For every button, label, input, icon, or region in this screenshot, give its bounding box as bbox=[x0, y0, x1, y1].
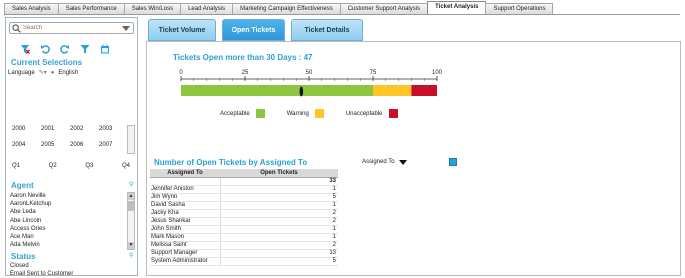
open-tickets-count: 2 bbox=[219, 209, 338, 218]
table-row[interactable]: Mark Mason 1 bbox=[150, 233, 338, 242]
open-tickets-count: 1 bbox=[219, 225, 338, 234]
gauge-band bbox=[181, 85, 373, 96]
open-tickets-count: 5 bbox=[219, 193, 338, 202]
open-tickets-count: 5 bbox=[219, 257, 338, 266]
open-tickets-count: 2 bbox=[219, 217, 338, 226]
gauge-tick-label: 50 bbox=[306, 70, 313, 76]
maximize-icon[interactable] bbox=[449, 158, 457, 166]
table-row[interactable]: Melissa Saint 2 bbox=[150, 241, 338, 250]
gauge-tick-label: 0 bbox=[179, 70, 183, 76]
assignee-name: Jesus Shankar bbox=[150, 217, 220, 226]
linear-gauge: 0 25 50 75 100 bbox=[179, 70, 443, 97]
chevron-down-icon[interactable] bbox=[398, 159, 407, 165]
column-header-assigned-to[interactable]: Assigned To bbox=[150, 169, 220, 178]
total-label bbox=[150, 177, 220, 186]
assignee-name: John Smith bbox=[150, 225, 220, 234]
gauge-legend: Acceptable Warning Unacceptable bbox=[220, 109, 398, 118]
table-row[interactable]: Jacky Kha 2 bbox=[150, 209, 338, 218]
table-row[interactable]: John Smith 1 bbox=[150, 225, 338, 234]
table-row[interactable]: Support Manager 13 bbox=[150, 249, 338, 258]
assignee-name: System Administrator bbox=[150, 257, 220, 266]
assignee-name: Jennifer Aniston bbox=[150, 185, 220, 194]
gauge-tick-label: 75 bbox=[370, 70, 377, 76]
legend-label: Unacceptable bbox=[345, 110, 383, 117]
assignee-name: Mark Mason bbox=[150, 233, 220, 242]
legend-swatch bbox=[314, 109, 324, 118]
open-tickets-count: 1 bbox=[219, 185, 338, 194]
assignee-name: Jacky Kha bbox=[150, 209, 220, 218]
legend-label: Warning bbox=[286, 110, 309, 117]
assignee-name: Jim Wynn bbox=[150, 193, 220, 202]
open-tickets-count: 13 bbox=[219, 249, 338, 258]
open-tickets-count: 1 bbox=[219, 233, 338, 242]
legend-item-acceptable: Acceptable bbox=[220, 109, 265, 118]
open-tickets-count: 1 bbox=[219, 201, 338, 210]
total-value: 33 bbox=[219, 177, 338, 186]
legend-swatch bbox=[388, 109, 398, 118]
table-row[interactable]: System Administrator 5 bbox=[150, 257, 338, 266]
legend-swatch bbox=[255, 109, 265, 118]
assigned-to-filter[interactable]: Assigned To bbox=[362, 159, 407, 165]
gauge-band bbox=[411, 85, 437, 96]
legend-label: Acceptable bbox=[220, 110, 250, 117]
total-row: 33 bbox=[150, 177, 338, 186]
table-row[interactable]: Jesus Shankar 2 bbox=[150, 217, 338, 226]
column-header-open-tickets[interactable]: Open Tickets bbox=[220, 169, 338, 178]
legend-item-warning: Warning bbox=[287, 109, 324, 118]
legend-item-unacceptable: Unacceptable bbox=[346, 109, 398, 118]
open-tickets-count: 2 bbox=[219, 241, 338, 250]
assignee-name: Melissa Saint bbox=[150, 241, 220, 250]
table-row[interactable]: David Sasha 1 bbox=[150, 201, 338, 210]
assigned-to-filter-label: Assigned To bbox=[362, 159, 395, 165]
open-tickets-table: Assigned To Open Tickets 33 Jennifer Ani… bbox=[150, 169, 338, 266]
gauge-band bbox=[373, 85, 412, 96]
gauge-tick-label: 100 bbox=[432, 70, 443, 76]
table-row[interactable]: Jim Wynn 5 bbox=[150, 193, 338, 202]
table-row[interactable]: Jennifer Aniston 1 bbox=[150, 185, 338, 194]
gauge-needle bbox=[299, 86, 304, 97]
table-title: Number of Open Tickets by Assigned To bbox=[154, 158, 308, 167]
assignee-name: Support Manager bbox=[150, 249, 220, 258]
gauge-tick-label: 25 bbox=[242, 70, 249, 76]
assignee-name: David Sasha bbox=[150, 201, 220, 210]
